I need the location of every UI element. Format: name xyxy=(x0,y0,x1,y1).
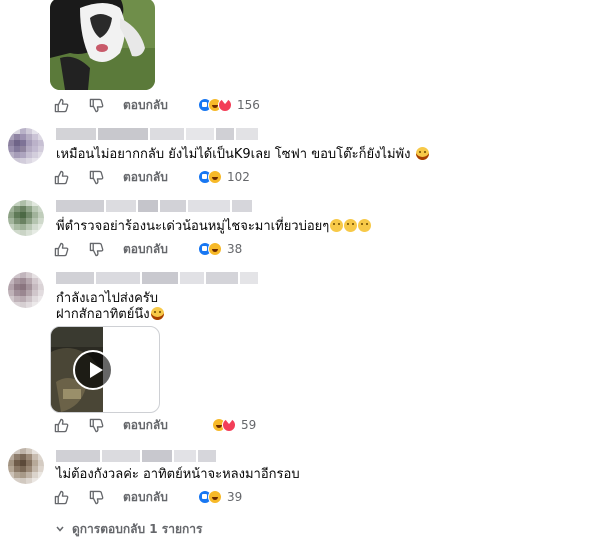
avatar[interactable] xyxy=(8,272,44,308)
thumbs-down-icon xyxy=(89,98,104,112)
thumbs-up-icon xyxy=(54,418,69,432)
comment-text: พี่ตำรวจอย่าร้องนะเด่วน้อนหมู่ไชจะมาเที่… xyxy=(56,218,372,236)
comment-actions: ตอบกลับ 156 xyxy=(54,97,354,113)
thumbs-up-icon xyxy=(54,490,69,504)
video-attachment[interactable] xyxy=(50,326,160,413)
avatar[interactable] xyxy=(8,200,44,236)
thumbs-down-icon xyxy=(89,490,104,504)
comment-actions: ตอบกลับ 102 xyxy=(54,169,354,185)
grinning-emoji-icon xyxy=(330,219,344,232)
chevron-down-icon xyxy=(56,526,64,532)
comment-actions: ตอบกลับ 59 xyxy=(54,417,354,433)
author-name[interactable] xyxy=(56,128,258,140)
comment-text: เหมือนไม่อยากกลับ ยังไม่ได้เป็นK9เลย โซฟ… xyxy=(56,146,429,164)
laughing-emoji-icon xyxy=(150,307,164,320)
dislike-button[interactable] xyxy=(89,97,104,113)
view-replies-link[interactable]: ดูการตอบกลับ 1 รายการ xyxy=(56,521,202,537)
comment-actions: ตอบกลับ 39 xyxy=(54,489,354,505)
reply-button[interactable]: ตอบกลับ xyxy=(123,241,168,257)
dog-photo xyxy=(50,0,155,90)
like-button[interactable] xyxy=(54,97,69,113)
grinning-emoji-icon xyxy=(344,219,358,232)
reaction-summary[interactable]: 39 xyxy=(198,489,242,505)
dislike-button[interactable] xyxy=(89,417,104,433)
reply-button[interactable]: ตอบกลับ xyxy=(123,417,168,433)
reply-button[interactable]: ตอบกลับ xyxy=(123,169,168,185)
reaction-count: 39 xyxy=(227,490,243,504)
reaction-count: 59 xyxy=(241,418,257,432)
dislike-button[interactable] xyxy=(89,169,104,185)
comment-photo[interactable] xyxy=(50,0,155,90)
dislike-button[interactable] xyxy=(89,489,104,505)
reaction-count: 156 xyxy=(237,98,260,112)
thumbs-up-icon xyxy=(54,242,69,256)
author-name[interactable] xyxy=(56,450,216,462)
haha-reaction-icon xyxy=(208,242,222,256)
thumbs-down-icon xyxy=(89,170,104,184)
love-reaction-icon xyxy=(218,97,232,112)
avatar[interactable] xyxy=(8,448,44,484)
view-replies-label: ดูการตอบกลับ 1 รายการ xyxy=(72,522,203,536)
avatar[interactable] xyxy=(8,128,44,164)
dislike-button[interactable] xyxy=(89,241,104,257)
like-button[interactable] xyxy=(54,489,69,505)
thumbs-down-icon xyxy=(89,242,104,256)
play-button[interactable] xyxy=(73,350,113,390)
like-button[interactable] xyxy=(54,417,69,433)
comment-text: ไม่ต้องกังวลค่ะ อาทิตย์หน้าจะหลงมาอีกรอบ xyxy=(56,467,300,482)
reply-button[interactable]: ตอบกลับ xyxy=(123,97,168,113)
reaction-count: 102 xyxy=(227,170,250,184)
comment-text-line-2: ฝากสักอาทิตย์นึง xyxy=(56,306,164,324)
author-name[interactable] xyxy=(56,272,258,284)
reaction-summary[interactable]: 38 xyxy=(198,241,242,257)
thumbs-up-icon xyxy=(54,170,69,184)
haha-reaction-icon xyxy=(208,170,222,184)
like-button[interactable] xyxy=(54,241,69,257)
grinning-emoji-icon xyxy=(358,219,372,232)
reaction-count: 38 xyxy=(227,242,243,256)
laughing-emoji-icon xyxy=(415,147,429,160)
reply-button[interactable]: ตอบกลับ xyxy=(123,489,168,505)
haha-reaction-icon xyxy=(208,490,222,504)
author-name[interactable] xyxy=(56,200,252,212)
comment-actions: ตอบกลับ 38 xyxy=(54,241,354,257)
like-button[interactable] xyxy=(54,169,69,185)
reaction-summary[interactable]: 102 xyxy=(198,169,250,185)
reaction-summary[interactable]: 156 xyxy=(198,97,260,113)
love-reaction-icon xyxy=(222,417,236,432)
thumbs-down-icon xyxy=(89,418,104,432)
reaction-summary[interactable]: 59 xyxy=(212,417,256,433)
thumbs-up-icon xyxy=(54,98,69,112)
